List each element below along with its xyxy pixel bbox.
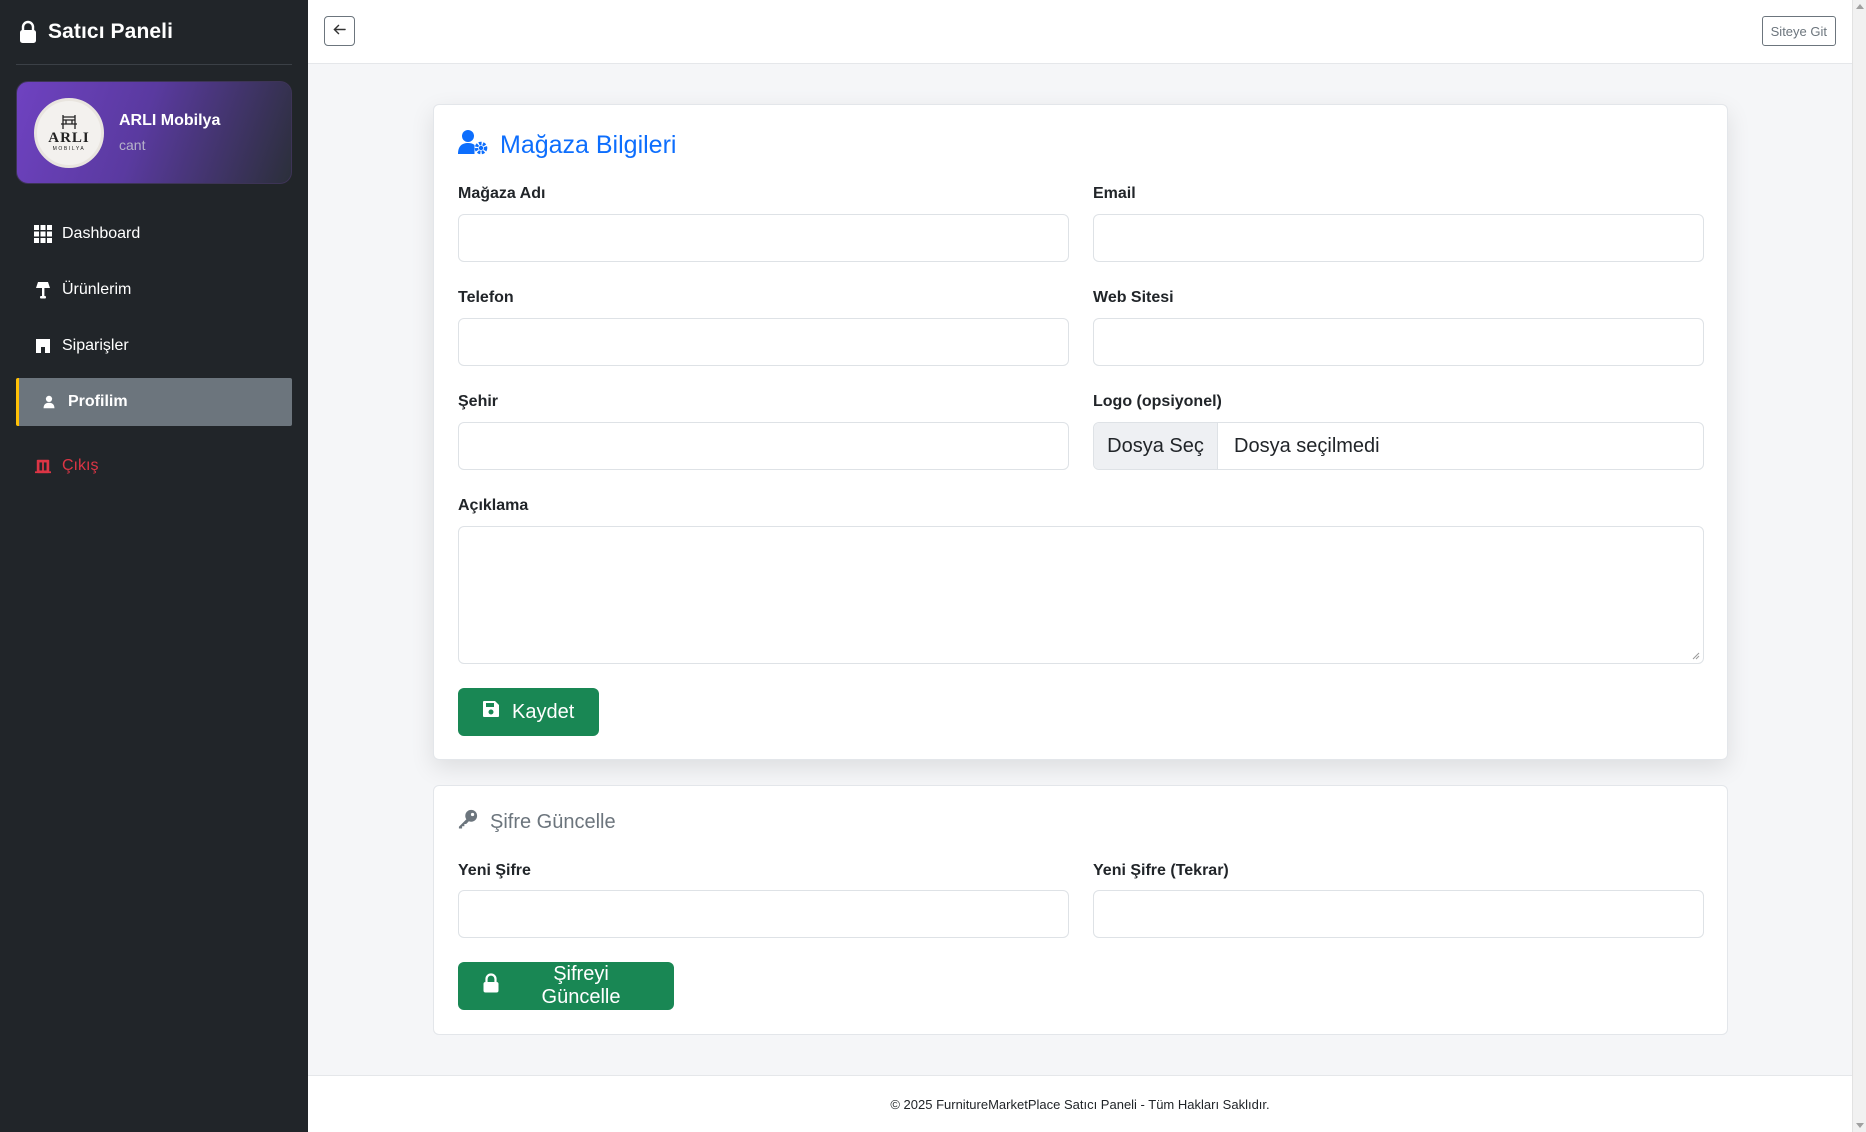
- sidebar-nav: Dashboard Ürünlerim Siparişler Profilim …: [16, 210, 292, 498]
- update-password-button[interactable]: Şifreyi Güncelle: [458, 962, 674, 1010]
- store-name-label: Mağaza Adı: [458, 185, 546, 202]
- sidebar-item-orders[interactable]: Siparişler: [16, 322, 292, 370]
- update-password-label: Şifreyi Güncelle: [541, 963, 621, 1008]
- sidebar-item-label: Dashboard: [62, 225, 141, 242]
- profile-username: cant: [119, 137, 146, 153]
- new-password-label: Yeni Şifre: [458, 862, 531, 879]
- store-info-card: Mağaza Bilgileri Mağaza Adı Email Telefo…: [433, 104, 1728, 760]
- lamp-icon: [34, 281, 52, 299]
- city-label: Şehir: [458, 393, 499, 410]
- description-textarea[interactable]: [458, 526, 1704, 664]
- sidebar-title: Satıcı Paneli: [48, 20, 174, 43]
- store-name-input[interactable]: [458, 214, 1069, 262]
- password-card-title-text: Şifre Güncelle: [490, 810, 616, 833]
- footer: © 2025 FurnitureMarketPlace Satıcı Panel…: [308, 1075, 1852, 1132]
- store-info-title: Mağaza Bilgileri: [458, 129, 676, 162]
- logo-label: Logo (opsiyonel): [1093, 393, 1222, 410]
- sidebar-item-products[interactable]: Ürünlerim: [16, 266, 292, 314]
- user-gear-icon: [458, 129, 488, 162]
- email-label: Email: [1093, 185, 1136, 202]
- lock-icon: [482, 973, 500, 999]
- resize-grip-icon[interactable]: [1692, 652, 1700, 660]
- new-password-input[interactable]: [458, 890, 1069, 938]
- page-scrollbar[interactable]: [1852, 0, 1866, 1132]
- save-button[interactable]: Kaydet: [458, 688, 599, 736]
- sidebar-item-label: Siparişler: [62, 337, 129, 354]
- website-input[interactable]: [1093, 318, 1704, 366]
- city-input[interactable]: [458, 422, 1069, 470]
- chair-logo-icon: [61, 115, 77, 129]
- file-status-text: Dosya seçilmedi: [1234, 434, 1380, 457]
- sidebar-item-logout[interactable]: Çıkış: [16, 442, 292, 490]
- scroll-up-icon[interactable]: [1856, 4, 1864, 9]
- door-icon: [34, 457, 52, 475]
- sidebar-brand[interactable]: Satıcı Paneli: [18, 12, 173, 52]
- save-button-label: Kaydet: [512, 700, 575, 723]
- email-input[interactable]: [1093, 214, 1704, 262]
- person-icon: [40, 393, 58, 411]
- new-password-repeat-input[interactable]: [1093, 890, 1704, 938]
- store-info-title-text: Mağaza Bilgileri: [500, 131, 677, 159]
- floppy-disk-icon: [482, 700, 500, 724]
- sidebar-item-label: Profilim: [68, 393, 128, 410]
- phone-label: Telefon: [458, 289, 514, 306]
- topbar: Siteye Git: [308, 0, 1852, 64]
- footer-text: © 2025 FurnitureMarketPlace Satıcı Panel…: [890, 1096, 1270, 1112]
- arrow-left-icon: [333, 23, 346, 39]
- choose-file-button[interactable]: Dosya Seç: [1094, 423, 1218, 469]
- phone-input[interactable]: [458, 318, 1069, 366]
- password-card: Şifre Güncelle Yeni Şifre Yeni Şifre (Te…: [433, 785, 1728, 1035]
- profile-store-name: ARLI Mobilya: [119, 112, 221, 129]
- sidebar-item-label: Çıkış: [62, 457, 99, 474]
- sidebar: Satıcı Paneli ARLI MOBILYA ARLI Mobilya …: [0, 0, 308, 1132]
- shop-icon: [34, 337, 52, 355]
- lock-icon: [18, 20, 38, 44]
- sidebar-item-profile[interactable]: Profilim: [16, 378, 292, 426]
- avatar-logo-subtext: MOBILYA: [52, 146, 86, 152]
- sidebar-item-label: Ürünlerim: [62, 281, 132, 298]
- description-label: Açıklama: [458, 497, 529, 514]
- new-password-repeat-label: Yeni Şifre (Tekrar): [1093, 862, 1229, 879]
- avatar-logo-text: ARLI: [48, 130, 90, 146]
- grid-icon: [34, 225, 52, 243]
- scroll-down-icon[interactable]: [1856, 1123, 1864, 1128]
- go-to-site-button[interactable]: Siteye Git: [1761, 16, 1836, 46]
- logo-file-input[interactable]: Dosya Seç Dosya seçilmedi: [1093, 422, 1704, 470]
- avatar: ARLI MOBILYA: [34, 98, 104, 168]
- website-label: Web Sitesi: [1093, 289, 1174, 306]
- sidebar-divider: [16, 64, 292, 65]
- profile-card: ARLI MOBILYA ARLI Mobilya cant: [16, 81, 292, 184]
- back-button[interactable]: [324, 16, 355, 46]
- sidebar-item-dashboard[interactable]: Dashboard: [16, 210, 292, 258]
- key-icon: [458, 809, 478, 835]
- password-card-title: Şifre Güncelle: [458, 809, 616, 835]
